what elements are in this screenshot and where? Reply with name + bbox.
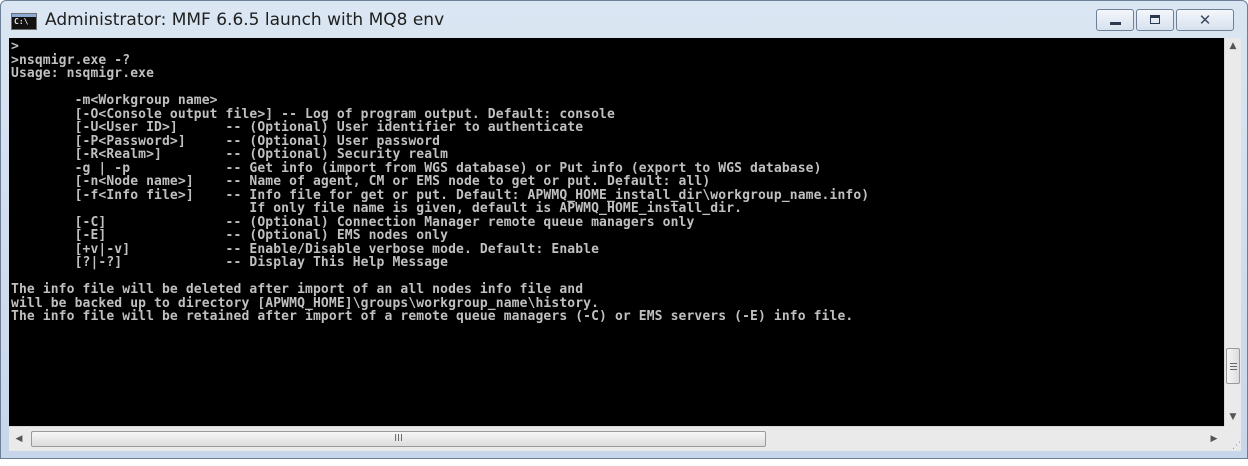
horizontal-scrollbar[interactable]: ◀ III ▶	[9, 426, 1224, 451]
console-line: The info file will be retained after imp…	[11, 309, 854, 324]
vertical-scrollbar[interactable]: ▲ ▼	[1224, 38, 1241, 426]
scroll-right-icon[interactable]: ▶	[1204, 427, 1224, 451]
grip-line	[1230, 365, 1237, 367]
console-line: Usage: nsqmigr.exe	[11, 66, 155, 81]
maximize-icon	[1150, 15, 1160, 24]
horizontal-scroll-thumb[interactable]: III	[31, 431, 766, 447]
console-window: C:\ Administrator: MMF 6.6.5 launch with…	[0, 0, 1248, 459]
scroll-left-icon[interactable]: ◀	[9, 427, 29, 451]
title-bar[interactable]: C:\ Administrator: MMF 6.6.5 launch with…	[1, 1, 1247, 37]
grip-line	[1230, 368, 1237, 370]
cmd-console-icon[interactable]: C:\	[11, 13, 37, 30]
grip-line	[1230, 362, 1237, 364]
window-title: Administrator: MMF 6.6.5 launch with MQ8…	[45, 10, 445, 30]
minimize-icon	[1110, 22, 1121, 25]
console-text: > >nsqmigr.exe -? Usage: nsqmigr.exe -m<…	[9, 38, 1224, 324]
console-line: [?|-?] -- Display This Help Message	[11, 255, 449, 270]
scroll-up-icon[interactable]: ▲	[1225, 38, 1241, 55]
maximize-button[interactable]	[1136, 9, 1174, 31]
close-icon: ✕	[1198, 11, 1212, 29]
minimize-button[interactable]	[1096, 9, 1134, 31]
console-output[interactable]: > >nsqmigr.exe -? Usage: nsqmigr.exe -m<…	[9, 38, 1224, 426]
vertical-scroll-thumb[interactable]	[1226, 347, 1240, 384]
resize-grip-icon[interactable]: ⋰	[1224, 426, 1241, 451]
close-button[interactable]: ✕	[1176, 9, 1234, 31]
scroll-down-icon[interactable]: ▼	[1225, 409, 1241, 426]
